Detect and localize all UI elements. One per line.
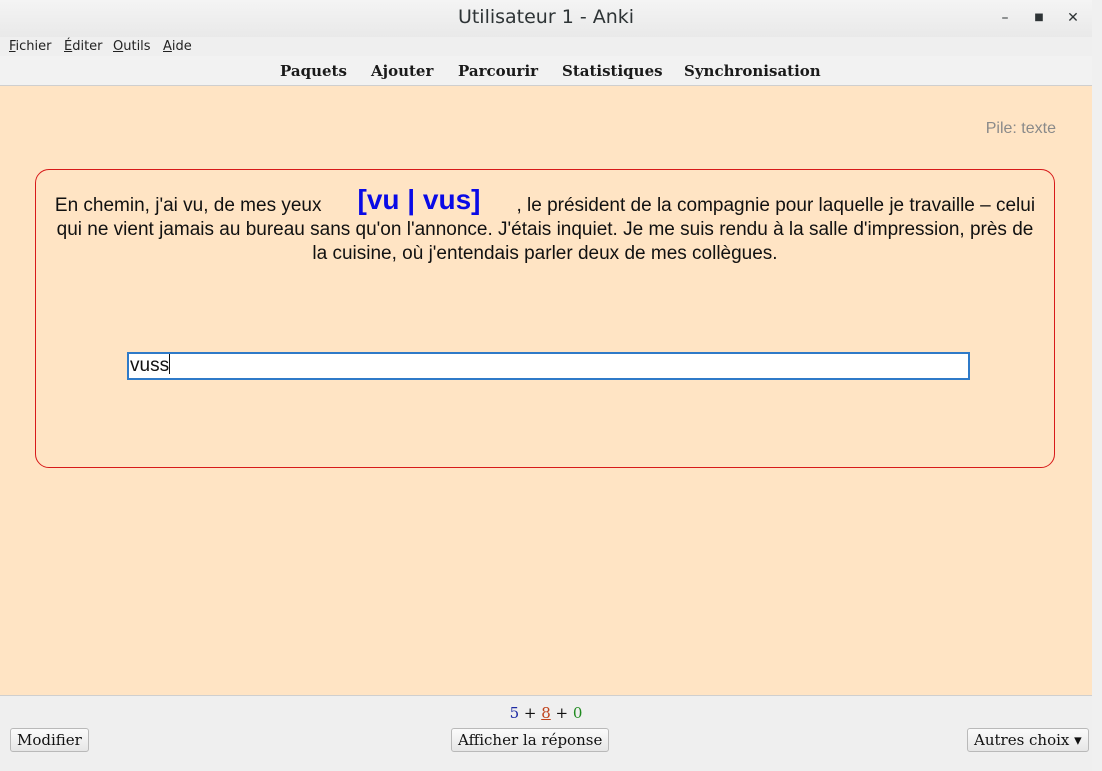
more-options-button[interactable]: Autres choix ▾ — [967, 728, 1089, 752]
toolbar-browse-link[interactable]: Parcourir — [458, 62, 538, 80]
toolbar-decks-link[interactable]: Paquets — [280, 62, 347, 80]
menu-editer-mnemonic: É — [64, 39, 73, 54]
count-separator: + — [519, 704, 542, 722]
menu-outils[interactable]: Outils — [113, 39, 151, 54]
maximize-icon[interactable]: ■ — [1029, 8, 1049, 28]
minimize-icon[interactable]: – — [995, 8, 1015, 28]
window-edge — [1092, 0, 1102, 771]
show-answer-button[interactable]: Afficher la réponse — [451, 728, 610, 752]
toolbar-add-link[interactable]: Ajouter — [371, 62, 433, 80]
menu-editer-label: diter — [72, 39, 103, 54]
menu-editer[interactable]: Éditer — [64, 39, 103, 54]
window-title: Utilisateur 1 - Anki — [457, 6, 635, 28]
menu-aide-mnemonic: A — [163, 39, 172, 54]
menu-fichier[interactable]: Fichier — [9, 39, 52, 54]
main-toolbar: Paquets Ajouter Parcourir Statistiques S… — [0, 56, 1092, 86]
bottom-bar: 5 + 8 + 0 Modifier Afficher la réponse A… — [0, 695, 1092, 771]
edit-button[interactable]: Modifier — [10, 728, 89, 752]
menu-aide-label: ide — [171, 39, 192, 54]
close-icon[interactable]: ✕ — [1063, 8, 1083, 28]
toolbar-sync-link[interactable]: Synchronisation — [684, 62, 821, 80]
card-question-text: En chemin, j'ai vu, de mes yeux [vu | vus… — [54, 186, 1036, 266]
due-counts: 5 + 8 + 0 — [0, 704, 1092, 722]
text-caret — [169, 354, 171, 374]
menu-aide[interactable]: Aide — [163, 39, 192, 54]
menu-fichier-label: ichier — [15, 39, 52, 54]
count-separator: + — [550, 704, 573, 722]
review-area: Pile: texte En chemin, j'ai vu, de mes y… — [0, 86, 1092, 695]
typed-answer: vuss — [130, 355, 170, 376]
learning-count: 8 — [541, 704, 551, 722]
toolbar-stats-link[interactable]: Statistiques — [562, 62, 663, 80]
title-bar: Utilisateur 1 - Anki – ■ ✕ — [0, 0, 1092, 38]
card-frame: En chemin, j'ai vu, de mes yeux [vu | vus… — [35, 169, 1055, 468]
anki-window: Utilisateur 1 - Anki – ■ ✕ Fichier Édite… — [0, 0, 1092, 771]
new-count: 5 — [509, 704, 520, 722]
type-answer-input[interactable]: vuss — [127, 352, 970, 380]
review-count: 0 — [572, 704, 583, 722]
menu-bar: Fichier Éditer Outils Aide — [0, 37, 1092, 56]
menu-outils-label: utils — [123, 39, 151, 54]
menu-outils-mnemonic: O — [113, 39, 124, 54]
card-text-before: En chemin, j'ai vu, de mes yeux — [54, 195, 322, 216]
cloze-hint: [vu | vus] — [357, 184, 481, 215]
deck-label: Pile: texte — [985, 120, 1056, 137]
